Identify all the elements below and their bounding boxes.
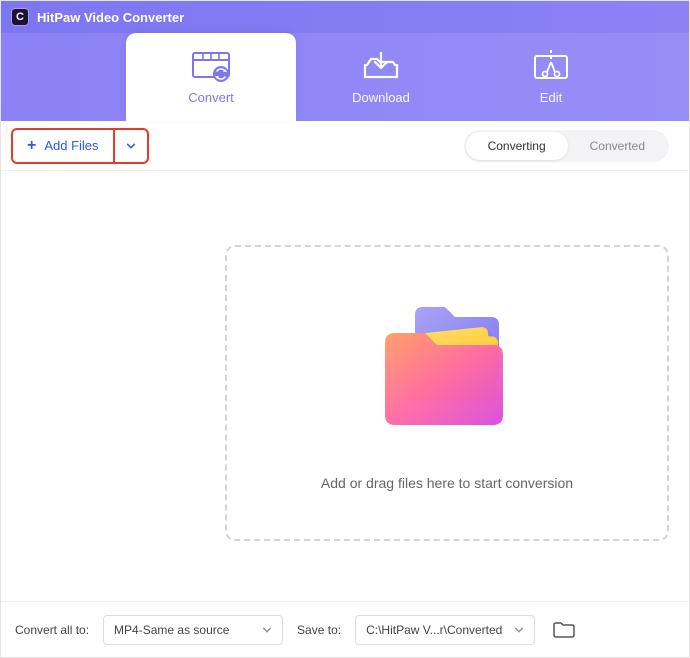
status-segment: Converting Converted xyxy=(464,130,669,162)
open-folder-button[interactable] xyxy=(549,617,579,643)
add-files-button[interactable]: + Add Files xyxy=(13,130,113,162)
drop-zone-hint: Add or drag files here to start conversi… xyxy=(321,475,573,491)
segment-converting[interactable]: Converting xyxy=(466,132,568,160)
convert-all-to-label: Convert all to: xyxy=(15,623,89,637)
folder-illustration xyxy=(367,295,527,445)
app-logo-icon: C xyxy=(11,8,29,26)
edit-icon xyxy=(531,50,571,84)
format-select[interactable]: MP4-Same as source xyxy=(103,615,283,645)
chevron-down-icon xyxy=(514,625,524,635)
drop-zone[interactable]: Add or drag files here to start conversi… xyxy=(225,245,669,541)
convert-icon xyxy=(189,50,233,84)
bottombar: Convert all to: MP4-Same as source Save … xyxy=(1,601,689,657)
plus-icon: + xyxy=(27,138,36,154)
add-files-label: Add Files xyxy=(44,138,98,153)
format-value: MP4-Same as source xyxy=(114,623,229,637)
chevron-down-icon xyxy=(126,141,136,151)
add-files-dropdown[interactable] xyxy=(113,130,147,162)
segment-converted[interactable]: Converted xyxy=(568,132,667,160)
save-path-select[interactable]: C:\HitPaw V...r\Converted xyxy=(355,615,535,645)
tab-download[interactable]: Download xyxy=(296,33,466,121)
tab-download-label: Download xyxy=(352,90,410,105)
tab-edit[interactable]: Edit xyxy=(466,33,636,121)
tab-convert[interactable]: Convert xyxy=(126,33,296,121)
titlebar: C HitPaw Video Converter xyxy=(1,1,689,33)
tab-convert-label: Convert xyxy=(188,90,234,105)
save-to-label: Save to: xyxy=(297,623,341,637)
download-icon xyxy=(361,50,401,84)
tab-edit-label: Edit xyxy=(540,90,562,105)
add-files-group: + Add Files xyxy=(11,128,149,164)
save-path-value: C:\HitPaw V...r\Converted xyxy=(366,623,502,637)
main-tabs: Convert Download Edit xyxy=(1,33,689,121)
toolbar: + Add Files Converting Converted xyxy=(1,121,689,171)
chevron-down-icon xyxy=(262,625,272,635)
folder-icon xyxy=(553,621,575,639)
app-title: HitPaw Video Converter xyxy=(37,10,184,25)
